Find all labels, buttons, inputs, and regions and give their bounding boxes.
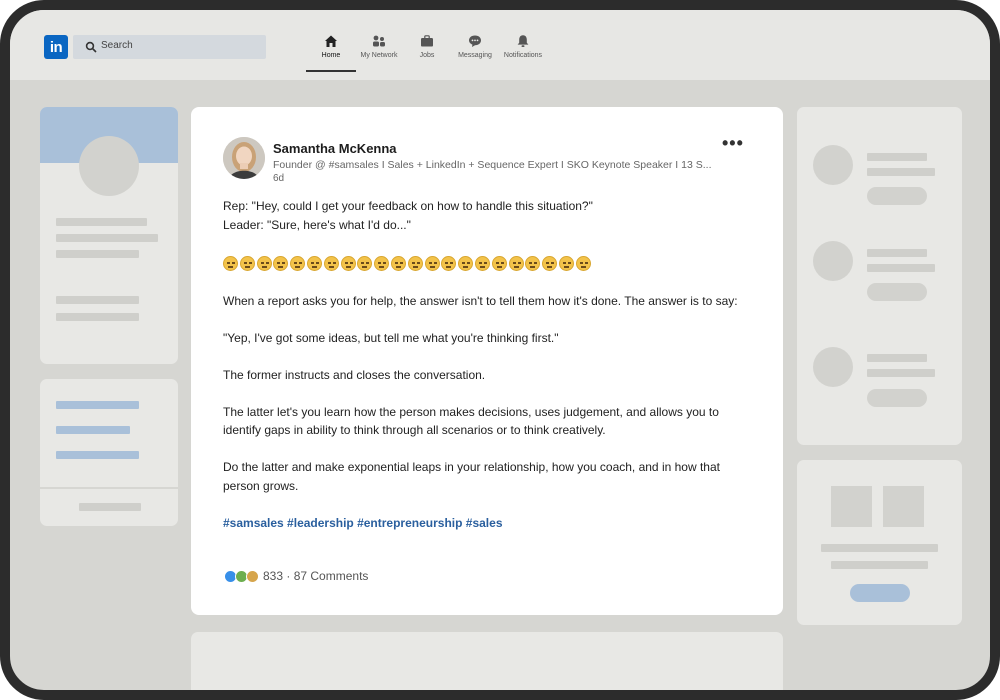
expressionless-face-icon <box>357 256 373 272</box>
placeholder-line <box>56 313 139 321</box>
ad-card-placeholder <box>797 460 962 625</box>
suggestions-card-placeholder <box>797 107 962 445</box>
post-paragraph: "Yep, I've got some ideas, but tell me w… <box>223 330 559 345</box>
follow-button-placeholder <box>867 187 927 205</box>
suggestion-avatar-placeholder <box>813 145 853 185</box>
nav-item-label: Notifications <box>503 52 543 59</box>
home-icon <box>325 35 337 47</box>
nav-item-notifications[interactable]: Notifications <box>498 32 548 72</box>
expressionless-face-icon <box>407 256 423 272</box>
search-input[interactable]: Search <box>73 35 266 59</box>
post-paragraph: The latter let's you learn how the perso… <box>223 404 719 438</box>
search-placeholder: Search <box>101 40 133 51</box>
nav-item-messaging[interactable]: Messaging <box>450 32 500 72</box>
comments-count[interactable]: 87 Comments <box>294 569 369 583</box>
suggestion-avatar-placeholder <box>813 241 853 281</box>
emoji-row <box>223 255 758 274</box>
placeholder-link <box>56 426 130 434</box>
expressionless-face-icon <box>323 256 339 272</box>
profile-avatar-placeholder <box>79 136 139 196</box>
expressionless-face-icon <box>491 256 507 272</box>
expressionless-face-icon <box>273 256 289 272</box>
nav-item-label: My Network <box>360 52 398 59</box>
author-name[interactable]: Samantha McKenna <box>273 141 397 156</box>
suggestion-avatar-placeholder <box>813 347 853 387</box>
chat-icon <box>469 35 481 47</box>
profile-card-placeholder <box>40 107 178 364</box>
placeholder-line <box>821 544 938 552</box>
post-paragraph: Do the latter and make exponential leaps… <box>223 460 720 493</box>
placeholder-link <box>56 401 139 409</box>
feed-post: Samantha McKenna Founder @ #samsales I S… <box>191 107 783 615</box>
search-icon <box>85 41 97 53</box>
placeholder-line <box>867 249 927 257</box>
reactions-count[interactable]: 833 <box>263 569 283 583</box>
expressionless-face-icon <box>558 256 574 272</box>
nav-item-label: Home <box>321 52 341 59</box>
cta-button-placeholder <box>850 584 910 602</box>
expressionless-face-icon <box>340 256 356 272</box>
post-paragraph: When a report asks you for help, the ans… <box>223 293 738 308</box>
placeholder-line <box>867 264 935 272</box>
post-line: Leader: "Sure, here's what I'd do..." <box>223 217 411 232</box>
nav-item-home[interactable]: Home <box>306 32 356 72</box>
expressionless-face-icon <box>239 256 255 272</box>
expressionless-face-icon <box>542 256 558 272</box>
nav-item-my-network[interactable]: My Network <box>354 32 404 72</box>
expressionless-face-icon <box>525 256 541 272</box>
bell-icon <box>517 35 529 47</box>
linkedin-logo[interactable]: in <box>44 35 68 59</box>
post-paragraph: The former instructs and closes the conv… <box>223 367 486 382</box>
author-avatar[interactable] <box>223 137 265 179</box>
placeholder-line <box>867 168 935 176</box>
post-body: Rep: "Hey, could I get your feedback on … <box>223 197 758 532</box>
nav-item-label: Messaging <box>458 52 492 59</box>
expressionless-face-icon <box>306 256 322 272</box>
follow-button-placeholder <box>867 283 927 301</box>
post-line: Rep: "Hey, could I get your feedback on … <box>223 199 593 213</box>
placeholder-line <box>867 354 927 362</box>
shortcuts-card-placeholder <box>40 379 178 526</box>
placeholder-line <box>79 503 141 511</box>
nav-item-label: Jobs <box>419 52 435 59</box>
author-headline: Founder @ #samsales I Sales + LinkedIn +… <box>273 159 712 171</box>
expressionless-face-icon <box>508 256 524 272</box>
expressionless-face-icon <box>424 256 440 272</box>
expressionless-face-icon <box>441 256 457 272</box>
support-reaction-icon <box>246 569 259 583</box>
placeholder-line <box>56 218 147 226</box>
social-counts[interactable]: 833 · 87 Comments <box>224 569 368 583</box>
network-icon <box>373 35 385 47</box>
expressionless-face-icon <box>390 256 406 272</box>
briefcase-icon <box>421 35 433 47</box>
placeholder-line <box>56 250 139 258</box>
expressionless-face-icon <box>374 256 390 272</box>
placeholder-line <box>56 234 158 242</box>
expressionless-face-icon <box>290 256 306 272</box>
more-options-icon[interactable]: ••• <box>722 133 744 154</box>
follow-button-placeholder <box>867 389 927 407</box>
placeholder-line <box>56 296 139 304</box>
expressionless-face-icon <box>458 256 474 272</box>
expressionless-face-icon <box>223 256 238 272</box>
placeholder-line <box>831 561 928 569</box>
placeholder-link <box>56 451 139 459</box>
nav-item-jobs[interactable]: Jobs <box>402 32 452 72</box>
person-photo-icon <box>223 137 265 179</box>
expressionless-face-icon <box>575 256 591 272</box>
expressionless-face-icon <box>474 256 490 272</box>
image-placeholder <box>831 486 872 527</box>
primary-nav: Home My Network Jobs Messaging Notificat… <box>306 32 546 72</box>
separator: · <box>283 569 294 583</box>
post-hashtags[interactable]: #samsales #leadership #entrepreneurship … <box>223 514 758 533</box>
post-timestamp: 6d <box>273 173 285 184</box>
top-nav: in Search Home My Network Jobs Messaging… <box>10 10 990 80</box>
divider <box>40 487 178 489</box>
device-frame: in Search Home My Network Jobs Messaging… <box>0 0 1000 700</box>
expressionless-face-icon <box>256 256 272 272</box>
placeholder-line <box>867 153 927 161</box>
next-post-placeholder <box>191 632 783 690</box>
placeholder-line <box>867 369 935 377</box>
image-placeholder <box>883 486 924 527</box>
